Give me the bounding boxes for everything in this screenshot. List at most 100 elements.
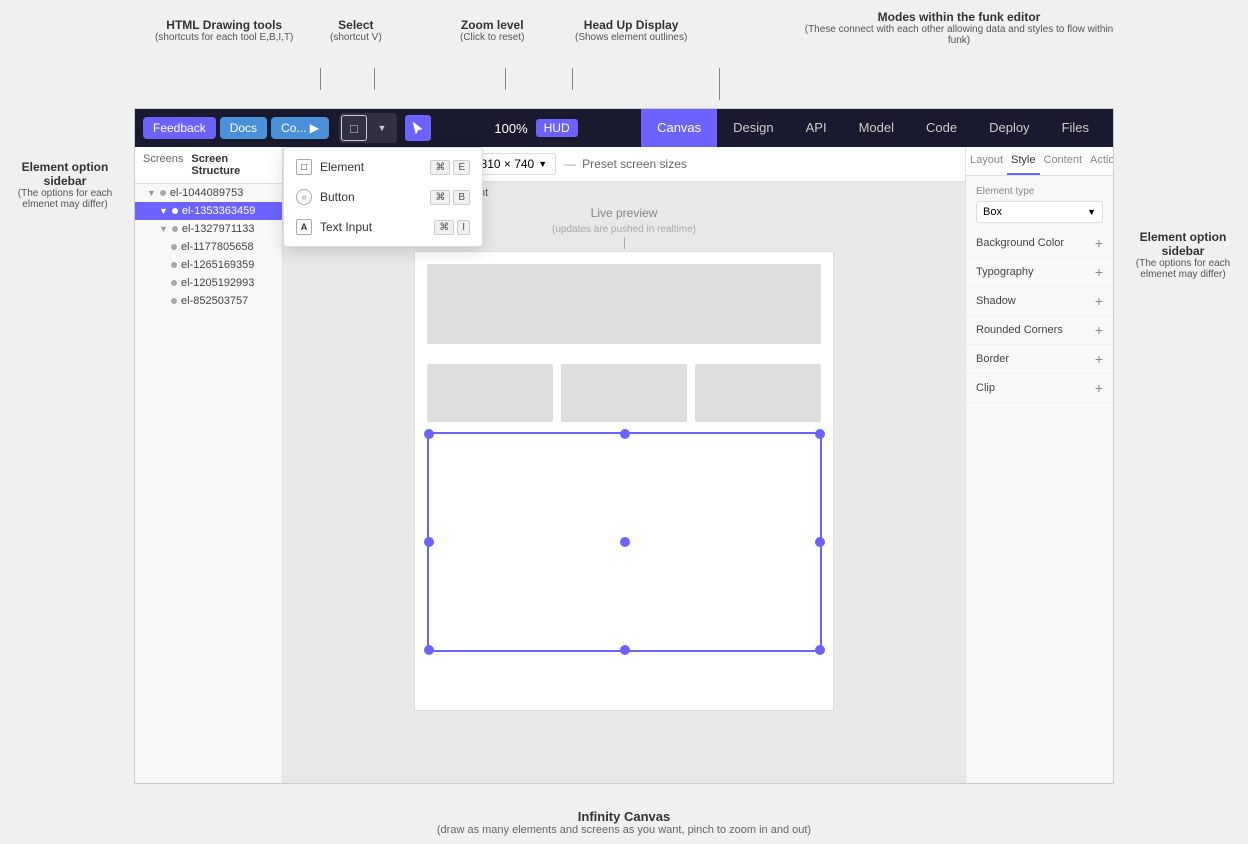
nav-tab-design[interactable]: Design <box>717 109 789 147</box>
tree-item-el1265169359[interactable]: el-1265169359 <box>135 256 282 274</box>
infinity-canvas-title: Infinity Canvas <box>142 809 1106 824</box>
sidebar-structure-tab[interactable]: Screen Structure <box>191 153 274 177</box>
sidebar-header: Screens Screen Structure <box>135 147 282 184</box>
rounded-corners-expand[interactable]: + <box>1095 322 1103 338</box>
rounded-corners-row: Rounded Corners + <box>966 316 1113 345</box>
shadow-label: Shadow <box>976 295 1016 307</box>
hud-badge[interactable]: HUD <box>536 119 578 137</box>
placeholder-block-4 <box>695 364 821 422</box>
live-preview-label: Live preview <box>591 198 658 224</box>
preset-screen-sizes-label: Preset screen sizes <box>564 157 687 171</box>
zoom-level-label[interactable]: 100% <box>494 121 527 136</box>
element-type-label: Element type <box>976 186 1103 197</box>
resize-handle-mr[interactable] <box>815 537 825 547</box>
nav-tab-files[interactable]: Files <box>1046 109 1105 147</box>
typography-row: Typography + <box>966 258 1113 287</box>
background-color-row: Background Color + <box>966 229 1113 258</box>
sidebar-screens-tab[interactable]: Screens <box>143 153 183 177</box>
nav-tabs: Canvas Design API Model Code Deploy File… <box>641 109 1105 147</box>
tree-item-label: el-1265169359 <box>181 259 254 271</box>
rs-tab-style[interactable]: Style <box>1007 147 1039 175</box>
select-tool-icon[interactable] <box>405 115 431 141</box>
right-sidebar-tabs: Layout Style Content Actions <box>966 147 1113 176</box>
tree-item-label: el-1177805658 <box>181 241 254 253</box>
toolbar-center: 100% HUD <box>494 119 577 137</box>
clip-label: Clip <box>976 382 995 394</box>
element-dot-icon <box>172 208 178 214</box>
annotation-hud-title: Head Up Display <box>575 18 687 32</box>
annotation-html-tools-title: HTML Drawing tools <box>155 18 293 32</box>
annotation-html-tools-sub: (shortcuts for each tool E,B,I,T) <box>155 32 293 43</box>
tree-item-el1327971133[interactable]: ▼ el-1327971133 <box>135 220 282 238</box>
typography-label: Typography <box>976 266 1033 278</box>
chevron-icon: ▼ <box>159 206 168 216</box>
feedback-button[interactable]: Feedback <box>143 117 216 139</box>
element-dot-icon <box>172 226 178 232</box>
element-dot-icon <box>171 280 177 286</box>
chevron-icon: ▼ <box>147 188 156 198</box>
editor-wrapper: Feedback Docs Co... ▶ □ ▼ 100% HUD Canva… <box>134 108 1114 784</box>
clip-expand[interactable]: + <box>1095 380 1103 396</box>
rs-tab-layout[interactable]: Layout <box>966 147 1007 175</box>
annotation-select-sub: (shortcut V) <box>330 32 382 43</box>
selected-element[interactable] <box>427 432 822 652</box>
co-button[interactable]: Co... ▶ <box>271 117 329 139</box>
tree-item-label: el-852503757 <box>181 295 248 307</box>
chevron-down-icon: ▼ <box>1087 207 1096 217</box>
annotation-left-sidebar-title: Element option sidebar <box>0 160 130 188</box>
resize-handle-bl[interactable] <box>424 645 434 655</box>
element-dot-icon <box>171 298 177 304</box>
border-row: Border + <box>966 345 1113 374</box>
docs-button[interactable]: Docs <box>220 117 267 139</box>
resize-handle-tl[interactable] <box>424 429 434 439</box>
nav-tab-code[interactable]: Code <box>910 109 973 147</box>
background-color-label: Background Color <box>976 237 1064 249</box>
resize-handle-bm[interactable] <box>620 645 630 655</box>
background-color-expand[interactable]: + <box>1095 235 1103 251</box>
tree-item-el1205192993[interactable]: el-1205192993 <box>135 274 282 292</box>
toolbar: Feedback Docs Co... ▶ □ ▼ 100% HUD Canva… <box>135 109 1113 147</box>
annotation-left-sidebar-sub: (The options for each elmenet may differ… <box>0 188 130 210</box>
canvas-size-label: 810 × 740 <box>481 157 535 171</box>
nav-tab-api[interactable]: API <box>790 109 843 147</box>
resize-handle-ml[interactable] <box>424 537 434 547</box>
shadow-expand[interactable]: + <box>1095 293 1103 309</box>
nav-tab-model[interactable]: Model <box>843 109 910 147</box>
chevron-down-icon: ▼ <box>538 159 547 169</box>
element-tool-icon[interactable]: □ <box>341 115 367 141</box>
element-type-select[interactable]: Box ▼ <box>976 201 1103 223</box>
resize-handle-center[interactable] <box>620 537 630 547</box>
annotation-modes-sub: (These connect with each other allowing … <box>800 24 1118 46</box>
tree-item-label: el-1353363459 <box>182 205 255 217</box>
border-expand[interactable]: + <box>1095 351 1103 367</box>
right-sidebar: Layout Style Content Actions Element typ… <box>965 147 1113 783</box>
element-type-section: Element type Box ▼ <box>966 176 1113 229</box>
element-dot-icon <box>171 244 177 250</box>
tree-item-el852503757[interactable]: el-852503757 <box>135 292 282 310</box>
tree-item-el1353363459[interactable]: ▼ el-1353363459 <box>135 202 282 220</box>
canvas-size-button[interactable]: 810 × 740 ▼ <box>472 153 557 175</box>
dropdown-arrow-icon[interactable]: ▼ <box>369 115 395 141</box>
tree-item-el1044089753[interactable]: ▼ el-1044089753 <box>135 184 282 202</box>
annotation-modes-title: Modes within the funk editor <box>800 10 1118 24</box>
nav-tab-canvas[interactable]: Canvas <box>641 109 717 147</box>
annotation-right-sidebar-title: Element option sidebar <box>1118 230 1248 258</box>
left-sidebar: Screens Screen Structure ▼ el-1044089753… <box>135 147 283 783</box>
shadow-row: Shadow + <box>966 287 1113 316</box>
typography-expand[interactable]: + <box>1095 264 1103 280</box>
placeholder-block-3 <box>561 364 687 422</box>
canvas-screen[interactable] <box>414 251 834 711</box>
drawing-tools-group: □ ▼ <box>339 113 397 143</box>
tree-item-el1177805658[interactable]: el-1177805658 <box>135 238 282 256</box>
placeholder-block-2 <box>427 364 553 422</box>
rs-tab-content[interactable]: Content <box>1040 147 1087 175</box>
resize-handle-br[interactable] <box>815 645 825 655</box>
resize-handle-tm[interactable] <box>620 429 630 439</box>
rounded-corners-label: Rounded Corners <box>976 324 1063 336</box>
infinity-canvas-sub: (draw as many elements and screens as yo… <box>142 824 1106 836</box>
annotation-hud-sub: (Shows element outlines) <box>575 32 687 43</box>
resize-handle-tr[interactable] <box>815 429 825 439</box>
rs-tab-actions[interactable]: Actions <box>1086 147 1113 175</box>
nav-tab-deploy[interactable]: Deploy <box>973 109 1045 147</box>
clip-row: Clip + <box>966 374 1113 403</box>
